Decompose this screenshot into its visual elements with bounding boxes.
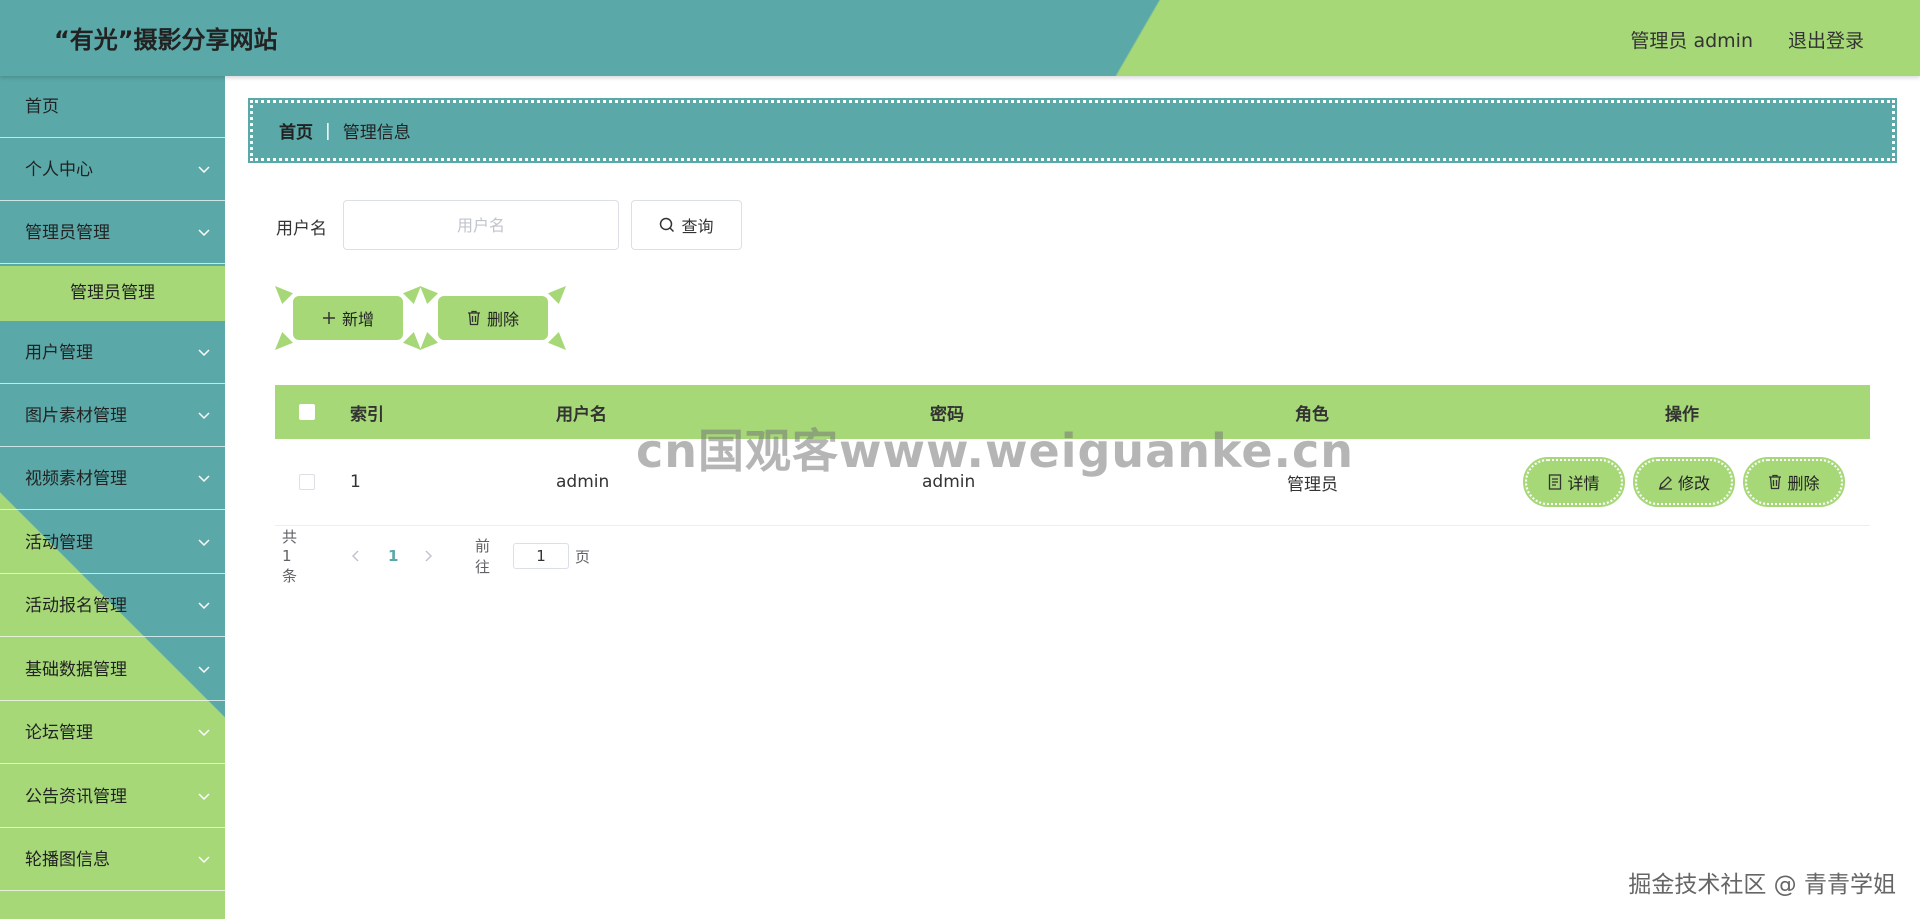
select-all-checkbox-cell [299,385,315,439]
top-header: “有光”摄影分享网站 管理员 admin 退出登录 [0,0,1920,76]
username-search-input[interactable] [343,200,619,250]
goto-page-input[interactable] [513,543,569,569]
next-page-icon[interactable] [424,543,432,569]
breadcrumb-home[interactable]: 首页 [279,118,313,143]
sidebar-item-videos[interactable]: 视频素材管理 [0,448,225,510]
sidebar-item-users[interactable]: 用户管理 [0,322,225,384]
add-button[interactable]: 新增 [293,296,403,340]
breadcrumb-separator: | [325,120,331,141]
footer-watermark: 掘金技术社区 @ 青青学姐 [1628,872,1896,898]
row-delete-button-label: 删除 [1787,474,1820,493]
edit-button[interactable]: 修改 [1633,457,1735,507]
column-header-role: 角色 [1295,404,1329,425]
column-header-actions: 操作 [1665,404,1699,425]
table-header: 索引 用户名 密码 角色 操作 [275,385,1870,439]
sidebar-item-label: 轮播图信息 [25,850,110,870]
chevron-down-icon [197,385,211,447]
breadcrumb-current: 管理信息 [342,123,411,143]
sidebar-item-label: 活动报名管理 [25,596,127,616]
add-button-label: 新增 [341,310,374,329]
chevron-down-icon [197,322,211,384]
sidebar-item-label: 活动管理 [25,533,93,553]
row-checkbox[interactable] [299,474,315,490]
trash-icon [467,310,480,326]
detail-button-label: 详情 [1567,474,1600,493]
chevron-down-icon [197,575,211,637]
sidebar-item-label: 首页 [25,97,59,117]
select-all-checkbox[interactable] [299,404,315,420]
cell-password: admin [922,472,976,492]
chevron-down-icon [197,702,211,764]
row-delete-button[interactable]: 删除 [1743,457,1845,507]
batch-delete-button[interactable]: 删除 [438,296,548,340]
table-row: 1 admin admin 管理员 详情 修改 删除 [275,439,1870,526]
sidebar-subitem-admin-manage[interactable]: 管理员管理 [0,266,225,321]
sidebar-item-label: 图片素材管理 [25,406,127,426]
sidebar-item-label: 用户管理 [25,343,93,363]
column-header-username: 用户名 [556,404,607,425]
sidebar-item-forum[interactable]: 论坛管理 [0,702,225,764]
plus-icon [322,312,335,324]
sidebar-item-admin[interactable]: 管理员管理 [0,202,225,264]
search-label: 用户名 [276,219,327,239]
chevron-down-icon [197,448,211,510]
detail-button[interactable]: 详情 [1523,457,1625,507]
sidebar-item-label: 视频素材管理 [25,469,127,489]
logout-link[interactable]: 退出登录 [1788,26,1864,53]
sidebar-item-news[interactable]: 公告资讯管理 [0,766,225,828]
sidebar-item-basedata[interactable]: 基础数据管理 [0,639,225,701]
sidebar-item-label: 论坛管理 [25,723,93,743]
delete-button-wrap: 删除 [420,286,566,350]
chevron-down-icon [197,766,211,828]
page-number-current[interactable]: 1 [388,543,398,569]
search-button-label: 查询 [681,217,714,236]
site-title: “有光”摄影分享网站 [54,26,278,54]
current-user: 管理员 admin [1630,30,1753,52]
column-header-password: 密码 [930,404,964,425]
trash-icon [1769,474,1782,490]
goto-label: 前往 [475,537,491,576]
edit-button-label: 修改 [1677,474,1710,493]
chevron-down-icon [197,512,211,574]
sidebar-item-images[interactable]: 图片素材管理 [0,385,225,447]
sidebar-item-label: 基础数据管理 [25,660,127,680]
sidebar-item-label: 管理员管理 [25,223,110,243]
chevron-down-icon [197,139,211,201]
document-icon [1549,474,1562,490]
chevron-down-icon [197,829,211,891]
row-checkbox-cell [299,439,315,525]
add-button-wrap: 新增 [275,286,421,350]
admin-table: 索引 用户名 密码 角色 操作 1 admin admin 管理员 详情 修改 … [275,385,1870,526]
pagination-total: 共 1 条 [282,528,298,585]
chevron-down-icon [197,202,211,264]
breadcrumb: 首页 | 管理信息 [248,98,1897,163]
sidebar-item-carousel[interactable]: 轮播图信息 [0,829,225,891]
cell-index: 1 [350,472,361,492]
search-icon [660,217,675,233]
column-header-index: 索引 [350,404,384,425]
search-button[interactable]: 查询 [631,200,742,250]
sidebar-item-profile[interactable]: 个人中心 [0,139,225,201]
sidebar-item-label: 公告资讯管理 [25,787,127,807]
goto-suffix: 页 [575,547,591,566]
sidebar-item-home[interactable]: 首页 [0,76,225,138]
cell-username: admin [556,472,610,492]
cell-role: 管理员 [1287,474,1338,495]
sidebar-item-activities[interactable]: 活动管理 [0,512,225,574]
prev-page-icon[interactable] [352,543,360,569]
sidebar-item-signups[interactable]: 活动报名管理 [0,575,225,637]
batch-delete-button-label: 删除 [486,310,519,329]
chevron-down-icon [197,639,211,701]
sidebar: 首页 个人中心 管理员管理 管理员管理 用户管理 图片素材管理 视频素材管理 活… [0,76,225,919]
edit-icon [1658,475,1672,490]
sidebar-item-label: 个人中心 [25,160,93,180]
